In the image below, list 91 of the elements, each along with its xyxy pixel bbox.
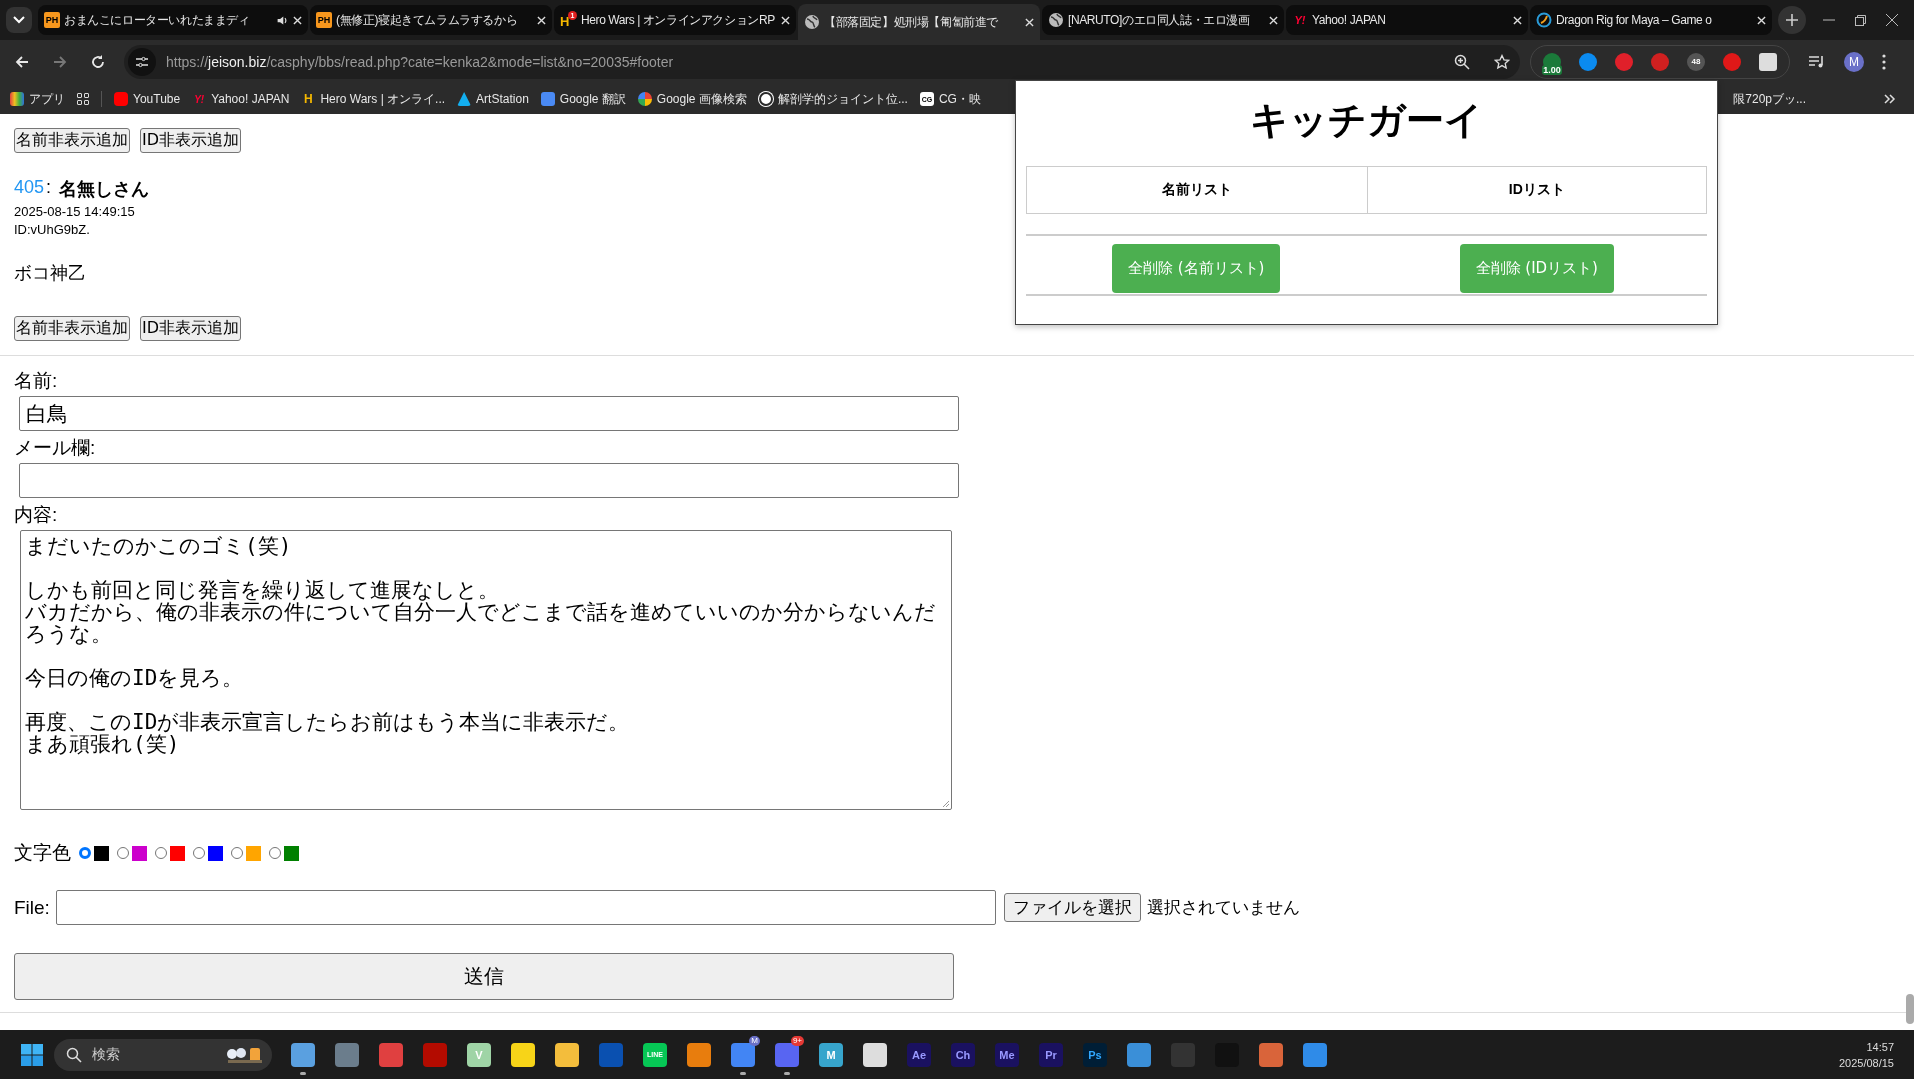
reload-icon[interactable] bbox=[90, 54, 106, 70]
hide-button[interactable]: ID非表示追加 bbox=[140, 316, 242, 341]
close-icon[interactable] bbox=[781, 15, 790, 25]
profile-avatar[interactable]: M bbox=[1844, 52, 1864, 72]
separator-text: : bbox=[46, 177, 52, 199]
submit-button[interactable]: 送信 bbox=[14, 953, 954, 1000]
field-label: 名前: bbox=[14, 369, 58, 393]
bookmark-item[interactable]: Google 画像検索 bbox=[637, 90, 747, 108]
close-icon[interactable] bbox=[1886, 14, 1898, 26]
browser-tab[interactable]: 【部落固定】処刑場【匍匐前進で bbox=[798, 4, 1040, 40]
close-icon[interactable] bbox=[1025, 17, 1034, 27]
name-field[interactable]: 白鳥 bbox=[19, 396, 959, 431]
field-label: メール欄: bbox=[14, 436, 96, 460]
bookmark-item[interactable]: 解剖学的ジョイント位... bbox=[758, 90, 908, 108]
close-icon[interactable] bbox=[1513, 15, 1522, 25]
text-line: しかも前回と同じ発言を繰り返して進展なしと。 bbox=[25, 579, 499, 602]
close-icon[interactable] bbox=[537, 15, 546, 25]
bookmark-item[interactable]: Y! Yahoo! JAPAN bbox=[192, 92, 290, 106]
tab-title: Yahoo! JAPAN bbox=[1312, 13, 1387, 27]
forward-icon[interactable] bbox=[52, 54, 68, 70]
tab-title: Dragon Rig for Maya – Game o bbox=[1556, 13, 1713, 27]
scrollbar-thumb[interactable] bbox=[1906, 994, 1914, 1024]
popup-title: キッチガーイ bbox=[1249, 98, 1484, 143]
new-tab-button[interactable] bbox=[1778, 6, 1806, 34]
address-field[interactable]: https://jeison.biz/casphy/bbs/read.php?cate=kenka2&mode=list&no=20035#footer bbox=[124, 45, 1520, 79]
browser-tab[interactable]: PH おまんこにローターいれたままディ bbox=[38, 5, 308, 35]
hide-button[interactable]: ID非表示追加 bbox=[140, 128, 242, 153]
bookmark-item[interactable]: YouTube bbox=[114, 92, 181, 106]
site-icon: PH bbox=[316, 12, 332, 28]
text-line: まあ頑張れ(笑) bbox=[25, 733, 180, 756]
url-text: https://jeison.biz/casphy/bbs/read.php?cate=kenka2&mode=list&no=20035#footer bbox=[166, 54, 675, 70]
browser-tab[interactable]: PH (無修正)寝起きてムラムラするから bbox=[310, 5, 552, 35]
browser-tab[interactable]: Dragon Rig for Maya – Game o bbox=[1530, 5, 1772, 35]
grid-icon[interactable] bbox=[77, 93, 89, 105]
hide-button[interactable]: 名前非表示追加 bbox=[14, 316, 130, 341]
plus-icon bbox=[1786, 14, 1798, 26]
mail-field[interactable] bbox=[19, 463, 959, 498]
bookmark-item[interactable]: 限720pブッ... bbox=[1733, 90, 1806, 108]
resize-grip-icon[interactable] bbox=[940, 798, 950, 808]
close-icon[interactable] bbox=[293, 15, 302, 25]
file-status: 選択されていません bbox=[1146, 897, 1300, 919]
star-icon[interactable] bbox=[1494, 54, 1510, 70]
ring-icon bbox=[1536, 12, 1552, 28]
text-line: バカだから、俺の非表示の件について自分一人でどこまで話を進めていいのか分からないんだろうな。 bbox=[25, 601, 937, 646]
site-icon: PH bbox=[44, 12, 60, 28]
back-icon[interactable] bbox=[14, 54, 30, 70]
chevron-right-icon[interactable] bbox=[1884, 94, 1896, 104]
bookmark-item[interactable]: H Hero Wars | オンライ... bbox=[301, 90, 446, 108]
content-field[interactable]: まだいたのかこのゴミ(笑) しかも前回と同じ発言を繰り返して進展なしと。 バカだから、俺の非表示の件について自分一人でどこまで話を進めていいのか分からないんだろうな。 今日の俺のIDを見ろ。 再度、このIDが非表示宣言したらお前はもう本当に非表示だ。 まあ頑張れ(笑) bbox=[20, 530, 952, 810]
tab-title: [NARUTO]のエロ同人誌・エロ漫画 bbox=[1068, 11, 1251, 29]
hide-button[interactable]: 名前非表示追加 bbox=[14, 128, 130, 153]
tab-title: Hero Wars | オンラインアクションRP bbox=[581, 11, 776, 29]
search-field[interactable]: 検索 bbox=[54, 1038, 272, 1071]
post-date: 2025-08-15 14:49:15 bbox=[14, 204, 135, 219]
globe-icon bbox=[1048, 12, 1064, 28]
tab-title: おまんこにローターいれたままディ bbox=[64, 11, 251, 29]
chevron-down-icon bbox=[13, 16, 25, 24]
field-label: 内容: bbox=[14, 503, 58, 527]
text-line: まだいたのかこのゴミ(笑) bbox=[25, 535, 292, 558]
tab-title: 【部落固定】処刑場【匍匐前進で bbox=[824, 13, 999, 31]
bookmark-item[interactable]: アプリ bbox=[10, 90, 65, 108]
column-header: 名前リスト bbox=[1160, 180, 1233, 199]
tab-search-button[interactable] bbox=[6, 7, 32, 33]
bookmark-item[interactable]: Google 翻訳 bbox=[540, 90, 626, 108]
media-control-icon[interactable] bbox=[1808, 54, 1826, 70]
bookmark-item[interactable]: ArtStation bbox=[457, 92, 529, 106]
zoom-icon[interactable] bbox=[1454, 54, 1470, 70]
restore-icon[interactable] bbox=[1855, 14, 1866, 26]
search-icon bbox=[66, 1046, 82, 1063]
text-line: 今日の俺のIDを見ろ。 bbox=[25, 667, 244, 690]
browser-tab[interactable]: Y! Yahoo! JAPAN bbox=[1286, 5, 1528, 35]
post-id: ID:vUhG9bZ. bbox=[14, 222, 90, 237]
radio-button[interactable] bbox=[79, 847, 91, 859]
browser-tab[interactable]: [NARUTO]のエロ同人誌・エロ漫画 bbox=[1042, 5, 1284, 35]
system-clock[interactable]: 14:57 2025/08/15 bbox=[1838, 1038, 1894, 1071]
close-icon[interactable] bbox=[1757, 15, 1766, 25]
globe-icon bbox=[804, 14, 820, 30]
start-icon[interactable] bbox=[20, 1042, 44, 1067]
site-icon: Y! bbox=[1292, 12, 1308, 28]
field-label: File: bbox=[14, 896, 50, 919]
poster-name: 名無しさん bbox=[59, 178, 150, 201]
choose-file-button[interactable]: ファイルを選択 bbox=[1003, 893, 1141, 922]
field-label: 文字色 bbox=[14, 841, 71, 865]
text-line: 再度、このIDが非表示宣言したらお前はもう本当に非表示だ。 bbox=[25, 711, 630, 734]
tab-title: (無修正)寝起きてムラムラするから bbox=[336, 11, 519, 29]
menu-icon[interactable] bbox=[1882, 54, 1886, 70]
close-icon[interactable] bbox=[1269, 15, 1278, 25]
site-settings-icon[interactable] bbox=[128, 48, 156, 76]
post-body: ボコ神乙 bbox=[14, 262, 86, 285]
file-path-field[interactable] bbox=[55, 890, 996, 925]
column-header: IDリスト bbox=[1366, 167, 1706, 213]
